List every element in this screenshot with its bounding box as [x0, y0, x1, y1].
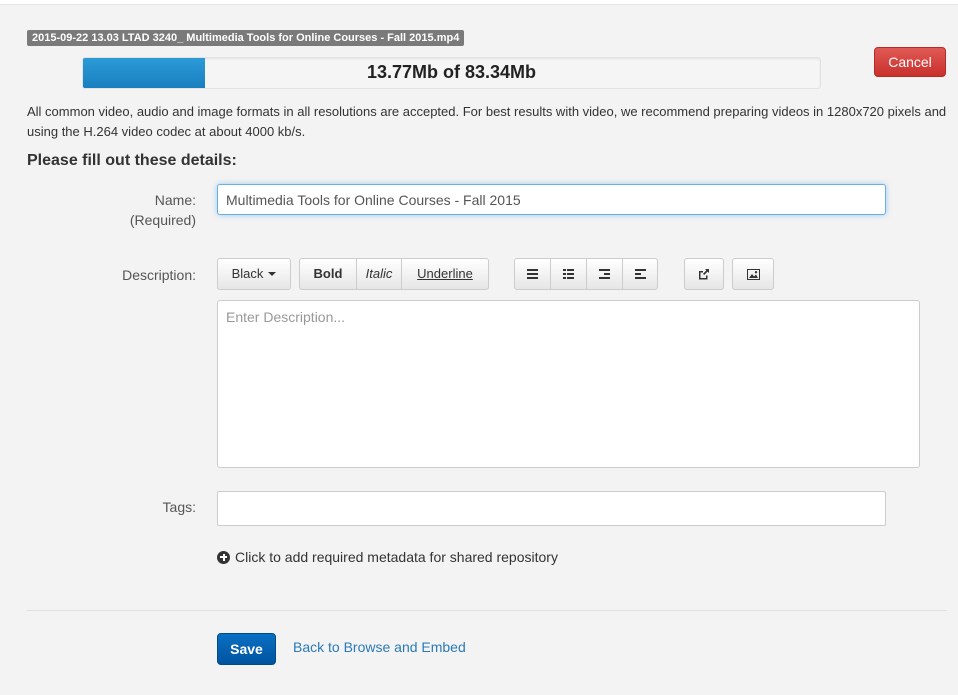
save-button[interactable]: Save	[217, 633, 276, 665]
format-group: Bold Italic Underline	[299, 258, 489, 290]
list-icon	[527, 269, 538, 279]
name-input[interactable]	[217, 184, 886, 215]
list-group	[514, 258, 658, 290]
numbered-list-button[interactable]	[550, 258, 587, 290]
upload-progress-text: 13.77Mb of 83.34Mb	[366, 62, 537, 82]
top-border	[0, 0, 958, 5]
numbered-list-icon	[563, 269, 574, 279]
plus-circle-icon	[217, 550, 230, 564]
indent-button[interactable]	[622, 258, 658, 290]
color-dropdown-label: Black	[231, 266, 264, 281]
link-button[interactable]	[684, 258, 724, 290]
underline-button[interactable]: Underline	[401, 258, 489, 290]
italic-button[interactable]: Italic	[356, 258, 402, 290]
name-label: Name:	[154, 192, 196, 208]
form-title: Please fill out these details:	[27, 152, 237, 169]
back-to-browse-link[interactable]: Back to Browse and Embed	[293, 639, 466, 655]
link-group	[684, 258, 724, 290]
share-icon	[699, 269, 709, 280]
indent-icon	[634, 269, 646, 279]
color-group: Black	[217, 258, 291, 290]
bullet-list-button[interactable]	[514, 258, 551, 290]
insert-image-button[interactable]	[732, 258, 774, 290]
tags-input[interactable]	[217, 491, 886, 526]
upload-progress: 13.77Mb of 83.34Mb	[82, 57, 821, 89]
description-label: Description:	[122, 267, 196, 283]
description-textarea[interactable]: Enter Description...	[217, 300, 920, 468]
cancel-button[interactable]: Cancel	[874, 47, 946, 77]
name-label-group: Name: (Required)	[100, 190, 196, 230]
image-icon	[746, 268, 760, 280]
name-required-label: (Required)	[129, 212, 196, 228]
caret-down-icon	[268, 272, 277, 276]
add-metadata-label: Click to add required metadata for share…	[235, 549, 558, 565]
outdent-button[interactable]	[586, 258, 623, 290]
divider	[27, 610, 947, 611]
bold-button[interactable]: Bold	[299, 258, 357, 290]
color-dropdown[interactable]: Black	[217, 258, 291, 290]
outdent-icon	[599, 269, 610, 279]
tags-label: Tags:	[162, 499, 196, 515]
format-info-text: All common video, audio and image format…	[27, 104, 947, 139]
file-name-badge: 2015-09-22 13.03 LTAD 3240_ Multimedia T…	[27, 30, 465, 46]
add-metadata-link[interactable]: Click to add required metadata for share…	[217, 549, 558, 565]
image-group	[732, 258, 774, 290]
